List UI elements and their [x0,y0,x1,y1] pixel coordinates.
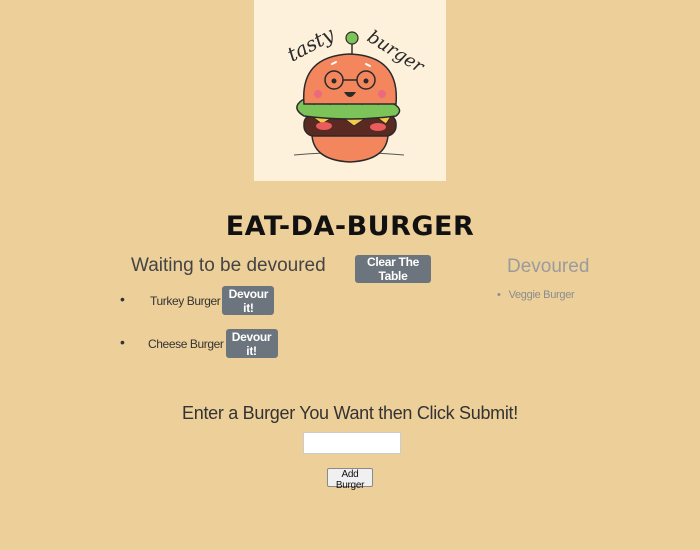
burger-name: Turkey Burger [150,293,221,308]
logo: tasty burger [254,0,446,181]
bullet-icon: • [120,291,125,307]
burger-mascot-icon: tasty burger [283,22,429,163]
add-burger-button[interactable]: Add Burger [327,468,373,491]
bullet-icon: • [497,289,501,301]
clear-table-button[interactable]: Clear The Table [355,255,431,283]
devoured-heading: Devoured [507,256,590,277]
burger-name: Cheese Burger [148,336,224,351]
burger-input[interactable] [303,432,401,454]
waiting-heading: Waiting to be devoured [131,255,326,276]
list-item: • Turkey Burger Devour it! [120,286,275,315]
devour-button[interactable]: Devour it! [225,329,278,358]
page-title: EAT-DA-BURGER [225,211,475,242]
devour-button[interactable]: Devour it! [222,286,275,315]
form-prompt: Enter a Burger You Want then Click Submi… [182,403,518,423]
list-item: • Cheese Burger Devour it! [120,329,278,358]
burger-name: Veggie Burger [508,289,575,301]
bullet-icon: • [120,334,125,350]
list-item: • Veggie Burger [497,289,575,301]
